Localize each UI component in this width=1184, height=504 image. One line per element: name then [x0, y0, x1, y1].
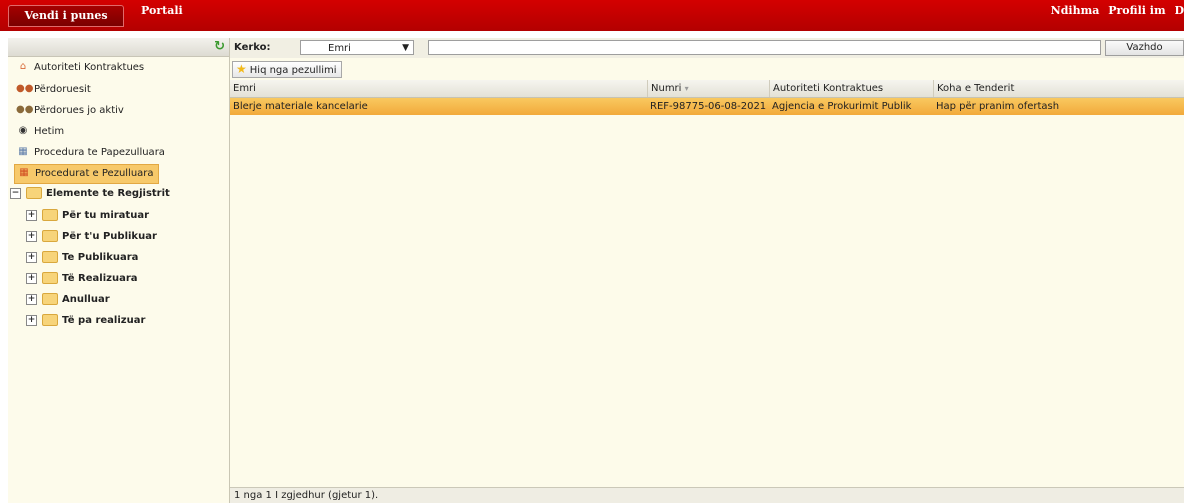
expand-icon[interactable]: + — [26, 293, 37, 305]
building-icon: ⌂ — [19, 61, 27, 72]
vazhdo-button[interactable]: Vazhdo — [1105, 40, 1184, 56]
search-field-select[interactable]: Emri ▼ — [300, 40, 414, 55]
sidebar-item-hetim[interactable]: ◉ Hetim — [16, 123, 65, 141]
tab-vendi-i-punes[interactable]: Vendi i punes — [8, 5, 124, 27]
sidebar-item-label: Përdoruesit — [34, 84, 91, 95]
sidebar-item-pezulluara[interactable]: ▦ Procedurat e Pezulluara — [14, 164, 159, 184]
expand-icon[interactable]: + — [26, 272, 37, 284]
sidebar-item-autoriteti[interactable]: ⌂ Autoriteti Kontraktues — [16, 59, 144, 77]
folder-icon — [42, 314, 58, 326]
sidebar-item-papezulluara[interactable]: ▦ Procedura te Papezulluara — [16, 144, 165, 162]
collapse-icon[interactable]: − — [10, 187, 21, 199]
table-cell-emri: Blerje materiale kancelarie — [233, 101, 368, 112]
sidebar-item-label: Procedurat e Pezulluara — [35, 168, 154, 179]
column-header-label: Numri — [651, 83, 682, 94]
search-label: Kerko: — [234, 42, 271, 53]
tree-item-label: Për tu miratuar — [62, 210, 150, 221]
tree-item-te-realizuara[interactable]: + Të Realizuara — [26, 270, 138, 288]
sidebar-item-label: Procedura te Papezulluara — [34, 147, 165, 158]
expand-icon[interactable]: + — [26, 314, 37, 326]
folder-icon — [42, 293, 58, 305]
folder-icon — [42, 272, 58, 284]
sidebar-item-perdoruesit[interactable]: ●●Përdoruesit — [16, 81, 91, 99]
suspended-calendar-icon: ▦ — [19, 167, 29, 178]
search-row: Kerko: Emri ▼ Vazhdo — [230, 38, 1184, 58]
tree-item-label: Për t'u Publikuar — [62, 231, 157, 242]
tree-item-te-publikuara[interactable]: + Te Publikuara — [26, 249, 138, 267]
expand-icon[interactable]: + — [26, 251, 37, 263]
tree-item-anulluar[interactable]: + Anulluar — [26, 291, 110, 309]
expand-icon[interactable]: + — [26, 230, 37, 242]
tab-portali[interactable]: Portali — [141, 4, 183, 17]
column-header-koha[interactable]: Koha e Tenderit — [933, 80, 1182, 97]
tree-item-te-pa-realizuar[interactable]: + Të pa realizuar — [26, 312, 145, 330]
tree-item-label: Të pa realizuar — [62, 315, 146, 326]
profile-link[interactable]: Profili im — [1108, 4, 1165, 17]
column-header-autoriteti[interactable]: Autoriteti Kontraktues — [769, 80, 935, 97]
sidebar-item-label: Hetim — [34, 126, 65, 137]
sidebar: ↻ ⌂ Autoriteti Kontraktues ●●Përdoruesit … — [8, 38, 230, 503]
folder-open-icon — [26, 187, 42, 199]
unsuspend-button-label: Hiq nga pezullimi — [249, 65, 337, 76]
investigation-icon: ◉ — [18, 125, 28, 136]
tree-root-elemente[interactable]: − Elemente te Regjistrit — [10, 185, 170, 203]
tree-item-label: Anulluar — [62, 294, 110, 305]
toolbar: ★ Hiq nga pezullimi — [230, 59, 1184, 79]
search-field-value: Emri — [328, 43, 351, 54]
status-bar: 1 nga 1 I zgjedhur (gjetur 1). — [230, 487, 1184, 503]
main-panel: Kerko: Emri ▼ Vazhdo ★ Hiq nga pezullimi … — [230, 38, 1184, 503]
table-cell-koha: Hap për pranim ofertash — [936, 101, 1060, 112]
chevron-down-icon: ▼ — [402, 43, 409, 53]
table-row[interactable]: Blerje materiale kancelarie REF-98775-06… — [230, 98, 1184, 115]
expand-icon[interactable]: + — [26, 209, 37, 221]
sidebar-item-jo-aktiv[interactable]: ●●Përdorues jo aktiv — [16, 102, 124, 120]
tree-item-label: Te Publikuara — [62, 252, 139, 263]
table-cell-autoriteti: Agjencia e Prokurimit Publik — [772, 101, 912, 112]
unsuspend-button[interactable]: ★ Hiq nga pezullimi — [232, 61, 342, 78]
tree-root-label: Elemente te Regjistrit — [46, 188, 170, 199]
top-navigation-bar: Vendi i punes Portali Ndihma Profili im … — [0, 0, 1184, 31]
sort-desc-icon: ▾ — [684, 84, 689, 93]
users-icon: ●● — [16, 83, 34, 94]
sidebar-item-label: Autoriteti Kontraktues — [34, 62, 145, 73]
tree-item-per-tu-publikuar[interactable]: + Për t'u Publikuar — [26, 228, 157, 246]
column-header-numri[interactable]: Numri ▾ — [647, 80, 771, 97]
tree-item-per-tu-miratuar[interactable]: + Për tu miratuar — [26, 207, 149, 225]
sidebar-header: ↻ — [8, 38, 229, 57]
truncated-link[interactable]: D — [1174, 4, 1184, 17]
table-cell-numri: REF-98775-06-08-2021 — [650, 101, 767, 112]
sidebar-item-label: Përdorues jo aktiv — [34, 105, 124, 116]
refresh-icon[interactable]: ↻ — [214, 39, 225, 54]
calendar-icon: ▦ — [18, 146, 28, 157]
search-input[interactable] — [428, 40, 1101, 55]
help-link[interactable]: Ndihma — [1051, 4, 1100, 17]
top-links: Ndihma Profili im D — [1046, 4, 1184, 17]
column-header-emri[interactable]: Emri — [230, 80, 647, 97]
table-header: Emri Numri ▾ Autoriteti Kontraktues Koha… — [230, 80, 1184, 98]
tree-item-label: Të Realizuara — [62, 273, 138, 284]
folder-icon — [42, 230, 58, 242]
star-icon: ★ — [236, 62, 247, 76]
inactive-users-icon: ●● — [16, 104, 34, 115]
folder-icon — [42, 251, 58, 263]
folder-icon — [42, 209, 58, 221]
